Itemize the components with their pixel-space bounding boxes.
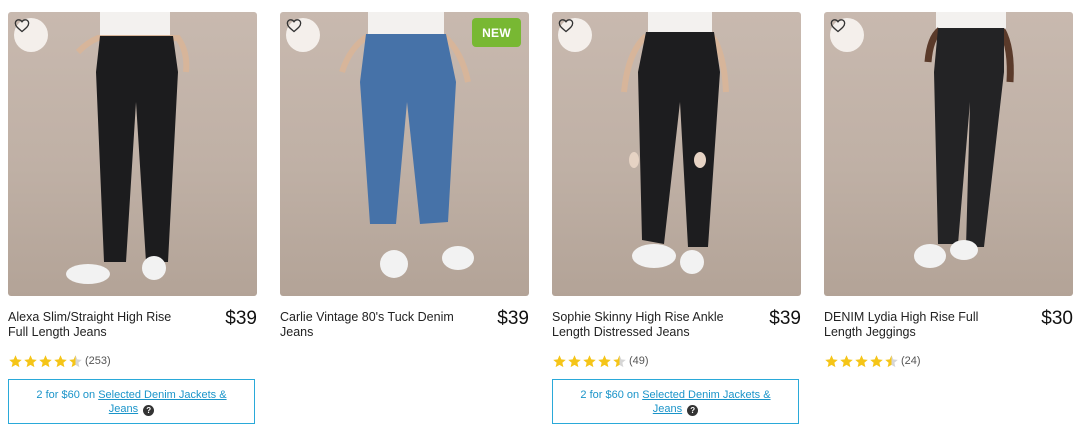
- star-rating: [824, 354, 899, 369]
- wishlist-button[interactable]: [558, 18, 592, 52]
- new-badge: NEW: [472, 18, 521, 47]
- product-title[interactable]: Carlie Vintage 80's Tuck Denim Jeans: [280, 310, 455, 340]
- wishlist-button[interactable]: [830, 18, 864, 52]
- product-grid: Alexa Slim/Straight High Rise Full Lengt…: [0, 0, 1080, 446]
- product-rating[interactable]: (24): [824, 352, 1073, 370]
- question-circle-icon[interactable]: ?: [143, 404, 155, 416]
- star-icon: [568, 354, 581, 367]
- product-title[interactable]: Alexa Slim/Straight High Rise Full Lengt…: [8, 310, 183, 340]
- promo-text: 2 for $60 on: [36, 388, 99, 401]
- review-count: (24): [901, 355, 921, 367]
- wishlist-button[interactable]: [14, 18, 48, 52]
- star-icon: [855, 354, 868, 367]
- promo-link[interactable]: Selected Denim Jackets & Jeans: [98, 389, 226, 415]
- star-icon: [825, 354, 838, 367]
- product-image[interactable]: [824, 12, 1073, 296]
- product-card[interactable]: Alexa Slim/Straight High Rise Full Lengt…: [8, 12, 257, 424]
- star-icon: [9, 354, 22, 367]
- star-icon: [583, 354, 596, 367]
- review-count: (253): [85, 355, 111, 367]
- product-rating[interactable]: (49): [552, 352, 801, 370]
- product-card[interactable]: DENIM Lydia High Rise Full Length Jeggin…: [824, 12, 1073, 370]
- product-image[interactable]: [552, 12, 801, 296]
- product-image[interactable]: [8, 12, 257, 296]
- promo-box: 2 for $60 on Selected Denim Jackets & Je…: [8, 379, 255, 424]
- heart-outline-icon: [830, 19, 846, 33]
- star-icon: [553, 354, 566, 367]
- product-price: $39: [225, 308, 257, 329]
- product-card[interactable]: Sophie Skinny High Rise Ankle Length Dis…: [552, 12, 801, 424]
- star-half-icon: [613, 354, 626, 367]
- product-price: $39: [769, 308, 801, 329]
- product-title[interactable]: DENIM Lydia High Rise Full Length Jeggin…: [824, 310, 999, 340]
- heart-outline-icon: [286, 19, 302, 33]
- promo-link[interactable]: Selected Denim Jackets & Jeans: [642, 389, 770, 415]
- product-rating[interactable]: (253): [8, 352, 257, 370]
- promo-text: 2 for $60 on: [580, 388, 643, 401]
- heart-outline-icon: [14, 19, 30, 33]
- star-rating: [552, 354, 627, 369]
- product-price: $30: [1041, 308, 1073, 329]
- product-image[interactable]: NEW: [280, 12, 529, 296]
- review-count: (49): [629, 355, 649, 367]
- star-rating: [8, 354, 83, 369]
- star-icon: [24, 354, 37, 367]
- product-title[interactable]: Sophie Skinny High Rise Ankle Length Dis…: [552, 310, 727, 340]
- star-icon: [54, 354, 67, 367]
- wishlist-button[interactable]: [286, 18, 320, 52]
- star-half-icon: [69, 354, 82, 367]
- star-icon: [598, 354, 611, 367]
- star-icon: [840, 354, 853, 367]
- star-half-icon: [885, 354, 898, 367]
- question-circle-icon[interactable]: ?: [687, 404, 699, 416]
- product-price: $39: [497, 308, 529, 329]
- heart-outline-icon: [558, 19, 574, 33]
- promo-box: 2 for $60 on Selected Denim Jackets & Je…: [552, 379, 799, 424]
- star-icon: [870, 354, 883, 367]
- star-icon: [39, 354, 52, 367]
- product-card[interactable]: NEW Carlie Vintage 80's Tuck Denim Jeans…: [280, 12, 529, 350]
